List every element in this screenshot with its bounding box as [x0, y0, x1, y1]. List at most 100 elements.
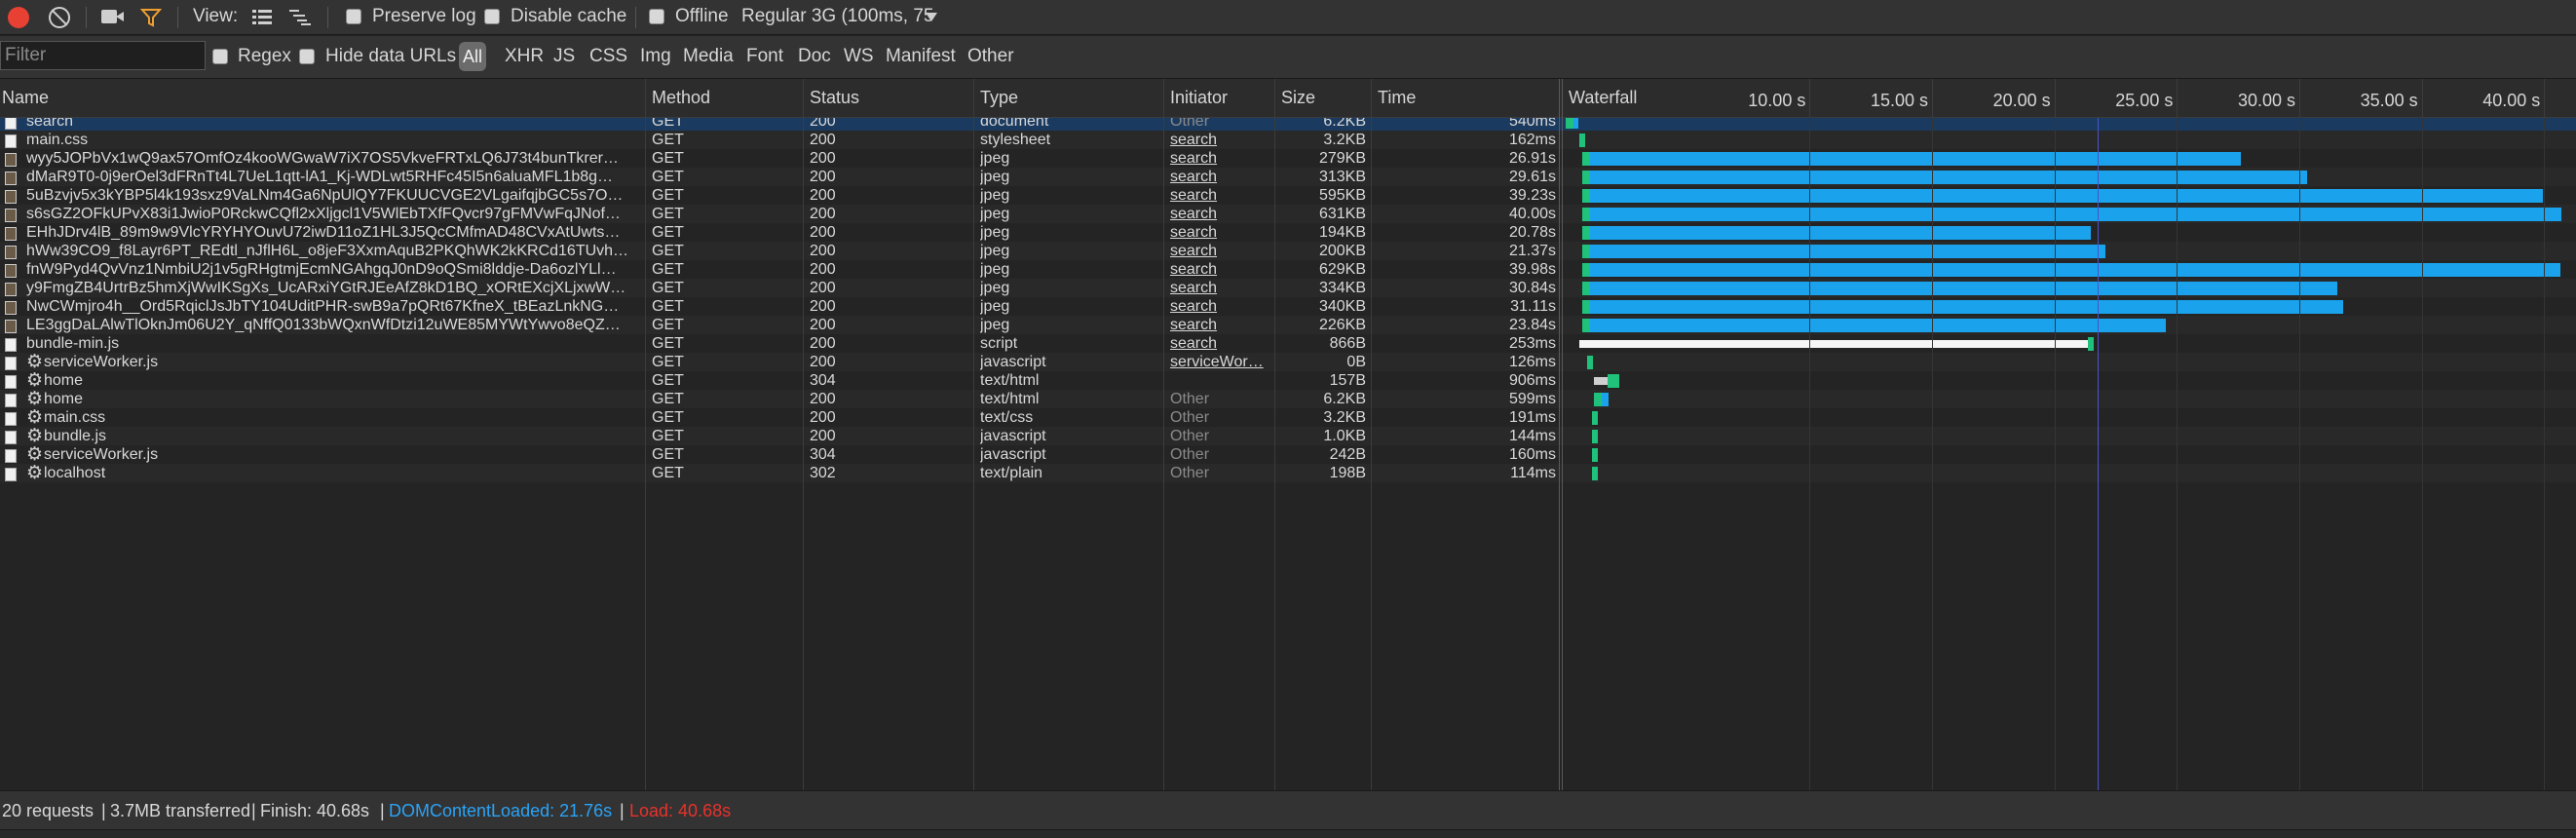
type-filter-xhr[interactable]: XHR: [505, 46, 544, 67]
table-row[interactable]: ⚙ home GET 200 text/html Other 6.2KB 599ms: [0, 389, 2576, 409]
type-filter-manifest[interactable]: Manifest: [886, 46, 956, 67]
request-name[interactable]: main.css: [26, 132, 638, 149]
waterfall-bar[interactable]: [1594, 393, 1610, 406]
request-name[interactable]: serviceWorker.js: [44, 354, 638, 371]
clear-button[interactable]: [49, 7, 70, 28]
table-row[interactable]: hWw39CO9_f8Layr6PT_REdtl_nJflH6L_o8jeF3X…: [0, 242, 2576, 260]
type-filter-ws[interactable]: WS: [844, 46, 874, 67]
request-initiator[interactable]: search: [1170, 261, 1271, 279]
disable-cache-checkbox[interactable]: [484, 9, 500, 24]
request-initiator[interactable]: search: [1170, 298, 1271, 316]
waterfall-bar[interactable]: [1581, 171, 2307, 184]
request-name[interactable]: home: [44, 391, 638, 408]
request-initiator[interactable]: search: [1170, 335, 1271, 353]
request-name[interactable]: s6sGZ2OFkUPvX83i1JwioP0RckwCQfl2xXljgcl1…: [26, 206, 638, 223]
large-rows-view-button[interactable]: [251, 8, 273, 27]
throttling-select[interactable]: Regular 3G (100ms, 75: [741, 6, 936, 27]
offline-checkbox[interactable]: [649, 9, 664, 24]
type-filter-css[interactable]: CSS: [589, 46, 627, 67]
waterfall-bar[interactable]: [1579, 133, 1586, 147]
request-initiator[interactable]: search: [1170, 206, 1271, 223]
request-initiator[interactable]: serviceWor…: [1170, 354, 1271, 371]
request-name[interactable]: bundle.js: [44, 428, 638, 445]
screenshot-camera-button[interactable]: [101, 8, 125, 25]
waterfall-bar[interactable]: [1591, 448, 1598, 462]
waterfall-bar[interactable]: [1594, 374, 1620, 388]
column-header-status[interactable]: Status: [810, 88, 859, 108]
column-header-name[interactable]: Name: [2, 88, 49, 108]
table-row[interactable]: ⚙ localhost GET 302 text/plain Other 198B 114ms: [0, 463, 2576, 483]
table-row[interactable]: ⚙ bundle.js GET 200 javascript Other 1.0KB 144m…: [0, 426, 2576, 446]
filter-input[interactable]: [0, 41, 206, 70]
request-name[interactable]: 5uBzvjv5x3kYBP5l4k193sxz9VaLNm4Ga6NpUlQY…: [26, 187, 638, 205]
table-row[interactable]: dMaR9T0-0j9erOel3dFRnTt4L7UeL1qtt-lA1_Kj…: [0, 168, 2576, 186]
request-name[interactable]: bundle-min.js: [26, 335, 638, 353]
request-initiator[interactable]: search: [1170, 187, 1271, 205]
request-name[interactable]: NwCWmjro4h__Ord5RqiclJsJbTY104UditPHR-sw…: [26, 298, 638, 316]
table-row[interactable]: wyy5JOPbVx1wQ9ax57OmfOz4kooWGwaW7iX7OS5V…: [0, 149, 2576, 168]
waterfall-bar[interactable]: [1581, 319, 2166, 332]
table-row[interactable]: main.css GET 200 stylesheet search 3.2KB 162ms: [0, 131, 2576, 149]
waterfall-bar[interactable]: [1581, 152, 2241, 166]
waterfall-bar[interactable]: [1586, 356, 1593, 369]
request-name[interactable]: wyy5JOPbVx1wQ9ax57OmfOz4kooWGwaW7iX7OS5V…: [26, 150, 638, 168]
request-name[interactable]: LE3ggDaLAlwTlOknJm06U2Y_qNffQ0133bWQxnWf…: [26, 317, 638, 334]
type-filter-other[interactable]: Other: [967, 46, 1014, 67]
type-filter-img[interactable]: Img: [640, 46, 671, 67]
column-header-initiator[interactable]: Initiator: [1170, 88, 1228, 108]
preserve-log-checkbox[interactable]: [346, 9, 361, 24]
table-row[interactable]: EHhJDrv4lB_89m9w9VlcYRYHYOuvU72iwD11oZ1H…: [0, 223, 2576, 242]
request-initiator[interactable]: search: [1170, 132, 1271, 149]
waterfall-bar[interactable]: [1581, 226, 2091, 240]
filter-toggle-button[interactable]: [139, 7, 163, 28]
type-filter-font[interactable]: Font: [746, 46, 783, 67]
table-row[interactable]: ⚙ main.css GET 200 text/css Other 3.2KB 191ms: [0, 407, 2576, 428]
type-filter-js[interactable]: JS: [553, 46, 575, 67]
column-header-time[interactable]: Time: [1378, 88, 1416, 108]
waterfall-bar[interactable]: [1581, 300, 2344, 314]
waterfall-bar[interactable]: [1591, 430, 1598, 443]
request-name[interactable]: EHhJDrv4lB_89m9w9VlcYRYHYOuvU72iwD11oZ1H…: [26, 224, 638, 242]
column-header-waterfall[interactable]: Waterfall: [1569, 88, 1637, 108]
column-header-size[interactable]: Size: [1281, 88, 1315, 108]
regex-checkbox[interactable]: [212, 49, 228, 64]
type-filter-all[interactable]: All: [459, 42, 486, 71]
table-row[interactable]: s6sGZ2OFkUPvX83i1JwioP0RckwCQfl2xXljgcl1…: [0, 205, 2576, 223]
waterfall-bar[interactable]: [1579, 337, 2094, 351]
hide-data-urls-checkbox[interactable]: [299, 49, 315, 64]
waterfall-bar[interactable]: [1581, 282, 2337, 295]
request-name[interactable]: hWw39CO9_f8Layr6PT_REdtl_nJflH6L_o8jeF3X…: [26, 243, 638, 260]
request-initiator[interactable]: search: [1170, 317, 1271, 334]
request-name[interactable]: dMaR9T0-0j9erOel3dFRnTt4L7UeL1qtt-lA1_Kj…: [26, 169, 638, 186]
type-filter-doc[interactable]: Doc: [798, 46, 831, 67]
request-name[interactable]: localhost: [44, 465, 638, 482]
request-name[interactable]: main.css: [44, 409, 638, 427]
waterfall-bar[interactable]: [1581, 245, 2105, 258]
column-header-type[interactable]: Type: [980, 88, 1018, 108]
request-name[interactable]: serviceWorker.js: [44, 446, 638, 464]
waterfall-bar[interactable]: [1581, 263, 2561, 277]
waterfall-bar[interactable]: [1591, 411, 1598, 425]
table-row[interactable]: y9FmgZB4UrtrBz5hmXjWwIKSgXs_UcARxiYGtRJE…: [0, 279, 2576, 297]
table-row[interactable]: ⚙ serviceWorker.js GET 304 javascript Other 24…: [0, 444, 2576, 465]
waterfall-bar[interactable]: [1591, 467, 1598, 480]
request-initiator[interactable]: search: [1170, 224, 1271, 242]
table-row[interactable]: 5uBzvjv5x3kYBP5l4k193sxz9VaLNm4Ga6NpUlQY…: [0, 186, 2576, 205]
table-row[interactable]: ⚙ home GET 304 text/html 157B 906ms: [0, 370, 2576, 391]
request-initiator[interactable]: search: [1170, 280, 1271, 297]
request-initiator[interactable]: search: [1170, 243, 1271, 260]
request-name[interactable]: y9FmgZB4UrtrBz5hmXjWwIKSgXs_UcARxiYGtRJE…: [26, 280, 638, 297]
table-row[interactable]: ⚙ serviceWorker.js GET 200 javascript service…: [0, 352, 2576, 372]
request-initiator[interactable]: search: [1170, 150, 1271, 168]
table-row[interactable]: bundle-min.js GET 200 script search 866B 253ms: [0, 334, 2576, 353]
table-row[interactable]: NwCWmjro4h__Ord5RqiclJsJbTY104UditPHR-sw…: [0, 297, 2576, 316]
column-header-method[interactable]: Method: [652, 88, 710, 108]
waterfall-bar[interactable]: [1581, 208, 2561, 221]
overview-view-button[interactable]: [288, 8, 312, 27]
request-name[interactable]: home: [44, 372, 638, 390]
type-filter-media[interactable]: Media: [683, 46, 734, 67]
table-row[interactable]: fnW9Pyd4QvVnz1NmbiU2j1v5gRHgtmjEcmNGAhgq…: [0, 260, 2576, 279]
waterfall-bar[interactable]: [1581, 189, 2543, 203]
request-initiator[interactable]: search: [1170, 169, 1271, 186]
table-row[interactable]: LE3ggDaLAlwTlOknJm06U2Y_qNffQ0133bWQxnWf…: [0, 316, 2576, 334]
